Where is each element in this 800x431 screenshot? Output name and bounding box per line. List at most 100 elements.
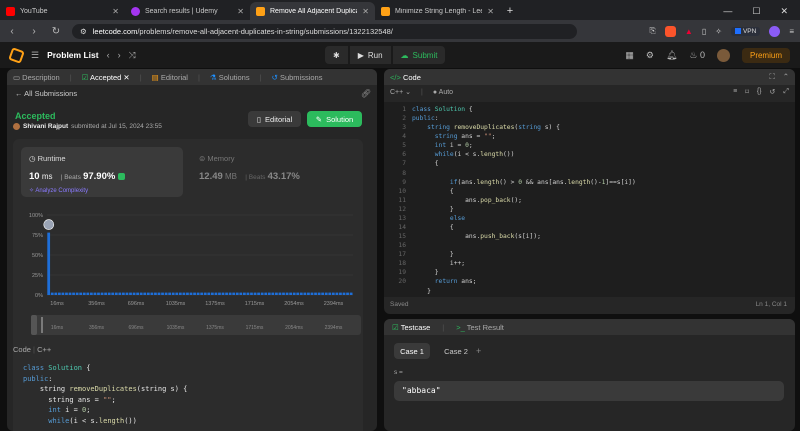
- y-tick-label: 0%: [35, 293, 43, 299]
- add-case-button[interactable]: +: [476, 343, 481, 359]
- vpn-button[interactable]: VPN: [730, 26, 761, 36]
- chart-bar[interactable]: [47, 232, 51, 295]
- share-icon[interactable]: ⎘: [650, 26, 656, 36]
- site-info-icon[interactable]: ⚙: [80, 27, 87, 36]
- layout-icon[interactable]: ▦: [625, 50, 634, 61]
- chart-bar: [171, 292, 175, 295]
- submit-button[interactable]: ☁ Submit: [392, 46, 446, 64]
- chart-bar: [328, 292, 332, 295]
- reset-icon[interactable]: ↺: [770, 88, 776, 96]
- format-icon[interactable]: ≡: [733, 88, 737, 96]
- tab-testcase[interactable]: ☑ Testcase: [392, 323, 430, 332]
- all-submissions-link[interactable]: ← All Submissions: [15, 89, 77, 98]
- chart-bar: [186, 292, 189, 295]
- menu-icon[interactable]: ≡: [789, 27, 794, 36]
- reload-icon[interactable]: ↻: [50, 26, 62, 37]
- problem-list-link[interactable]: Problem List: [47, 50, 98, 60]
- chart-bar: [239, 292, 243, 295]
- url-field[interactable]: ⚙ leetcode.com/problems/remove-all-adjac…: [72, 23, 577, 39]
- notifications-icon[interactable]: 🔔︎: [666, 50, 677, 61]
- prev-problem-icon[interactable]: ‹: [107, 50, 110, 60]
- browser-tab-leetcode-2[interactable]: Minimize String Length - LeetCode ✕: [375, 2, 500, 20]
- extensions-icon[interactable]: ✧: [715, 27, 722, 36]
- profile-avatar[interactable]: [769, 25, 781, 37]
- expand-icon[interactable]: ⤢: [783, 88, 789, 96]
- tab-submissions[interactable]: ↺ Submissions: [272, 73, 323, 82]
- chart-bar: [146, 292, 150, 295]
- sidebar-icon[interactable]: ▯: [702, 27, 706, 36]
- forward-arrow-icon[interactable]: ›: [28, 26, 40, 37]
- back-arrow-icon[interactable]: ‹: [6, 26, 18, 37]
- settings-icon[interactable]: ⚙: [646, 50, 654, 61]
- chart-bar: [275, 292, 278, 295]
- chart-bar: [299, 292, 303, 295]
- collapse-icon[interactable]: ⌃: [783, 72, 789, 82]
- chart-bar: [335, 292, 339, 295]
- close-icon[interactable]: ✕: [112, 7, 119, 16]
- close-icon[interactable]: ✕: [362, 7, 369, 16]
- minimize-icon[interactable]: —: [723, 6, 732, 16]
- testcase-input[interactable]: "abbaca": [394, 381, 784, 401]
- rewards-icon[interactable]: ▲: [685, 27, 693, 36]
- browser-tab-leetcode-active[interactable]: Remove All Adjacent Duplicates ✕: [250, 2, 375, 20]
- fullscreen-icon[interactable]: ⛶: [769, 72, 774, 82]
- run-button[interactable]: ▶ Run: [349, 46, 391, 64]
- browser-tab-youtube[interactable]: YouTube ✕: [0, 2, 125, 20]
- chart-bar: [75, 292, 79, 295]
- shuffle-icon[interactable]: ⤨: [129, 50, 136, 61]
- streak-counter[interactable]: ♨ 0: [689, 50, 705, 61]
- submitter-name[interactable]: Shivani Rajput: [23, 123, 68, 130]
- close-window-icon[interactable]: ✕: [780, 6, 788, 17]
- avatar: [13, 123, 20, 130]
- code-tab[interactable]: </> Code: [390, 73, 421, 82]
- close-icon[interactable]: ✕: [123, 73, 129, 82]
- bookmark-icon[interactable]: ⌑: [745, 88, 749, 96]
- solution-button[interactable]: ✎ Solution: [307, 111, 362, 127]
- code-line: while(i < s.length()): [48, 416, 137, 425]
- new-tab-button[interactable]: +: [500, 2, 520, 20]
- close-icon[interactable]: ✕: [237, 7, 244, 16]
- testcase-panel: ☑ Testcase | >_ Test Result Case 1 Case …: [384, 319, 795, 431]
- editorial-button[interactable]: ▯ Editorial: [248, 111, 301, 127]
- runtime-card[interactable]: ◷ Runtime 10 ms | Beats 97.90% ✧ Analyze…: [21, 147, 183, 197]
- scrubber-handle-left[interactable]: [31, 315, 37, 335]
- braces-icon[interactable]: {}: [757, 88, 762, 96]
- premium-button[interactable]: Premium: [741, 47, 790, 63]
- next-problem-icon[interactable]: ›: [118, 50, 121, 60]
- case-1-tab[interactable]: Case 1: [394, 343, 430, 359]
- line-number: 17: [398, 251, 406, 259]
- chart-bar: [331, 292, 335, 295]
- url-path: /problems/remove-all-adjacent-duplicates…: [137, 26, 393, 36]
- code-editor[interactable]: 1 2 3 4 5 6 7 8 9 10 11 12 13 14 15 16 17 18 19 20 class So…: [384, 102, 795, 297]
- language-select[interactable]: C++ ⌄: [390, 88, 411, 96]
- tab-description[interactable]: ▭ Description: [13, 73, 60, 82]
- leetcode-header: ☰ Problem List ‹ › ⤨ ✱ ▶ Run ☁ Submit ▦ ⚙ …: [0, 42, 800, 68]
- leetcode-logo-icon[interactable]: [8, 46, 25, 64]
- chart-bar: [200, 292, 204, 295]
- line-numbers: 1 2 3 4 5 6 7 8 9 10 11 12 13 14 15 16 17 18 19 20: [384, 105, 406, 287]
- chart-bar: [114, 292, 118, 295]
- list-icon[interactable]: ☰: [31, 50, 39, 61]
- analyze-complexity-link[interactable]: ✧ Analyze Complexity: [29, 187, 88, 194]
- auto-mode[interactable]: ● Auto: [433, 89, 453, 96]
- chart-bar: [161, 292, 164, 295]
- tab-editorial[interactable]: ▤ Editorial: [152, 73, 188, 82]
- tab-test-result[interactable]: >_ Test Result: [456, 323, 504, 332]
- link-icon[interactable]: 🔗︎: [361, 89, 371, 98]
- memory-card[interactable]: ⊜ Memory 12.49 MB | Beats 43.17%: [195, 147, 345, 197]
- submitted-time: submitted at Jul 15, 2024 23:55: [71, 123, 162, 130]
- debug-button[interactable]: ✱: [325, 46, 348, 64]
- chart-bar: [65, 292, 68, 295]
- brave-shield-icon[interactable]: [664, 25, 676, 37]
- browser-tab-udemy[interactable]: Search results | Udemy ✕: [125, 2, 250, 20]
- case-2-tab[interactable]: Case 2: [438, 343, 474, 359]
- scrubber-tick-label: 1375ms: [206, 325, 224, 331]
- line-number: 15: [398, 233, 406, 241]
- tab-accepted[interactable]: ☑ Accepted ✕: [82, 73, 130, 82]
- chart-bar: [346, 292, 349, 295]
- editor-code[interactable]: class Solution { public: string removeDu…: [412, 105, 636, 296]
- tab-solutions[interactable]: ⚗ Solutions: [210, 73, 250, 82]
- close-icon[interactable]: ✕: [487, 7, 494, 16]
- user-avatar[interactable]: [716, 48, 730, 62]
- maximize-icon[interactable]: ☐: [752, 6, 760, 17]
